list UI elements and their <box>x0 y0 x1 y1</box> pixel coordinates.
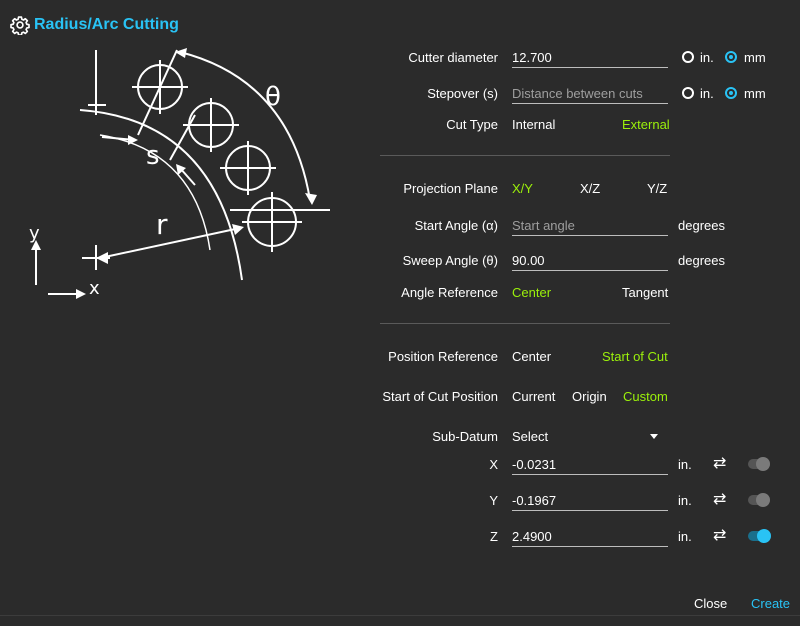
swap-icon[interactable]: ⇄ <box>713 489 726 509</box>
start-of-cut-custom[interactable]: Custom <box>623 389 668 404</box>
sub-datum-label: Sub-Datum <box>432 429 498 444</box>
projection-xy[interactable]: X/Y <box>512 181 533 196</box>
y-coord-toggle[interactable] <box>746 492 772 508</box>
cutter-diameter-mm-label: mm <box>744 50 766 65</box>
cut-type-internal[interactable]: Internal <box>512 117 555 132</box>
position-reference-start-of-cut[interactable]: Start of Cut <box>602 349 668 364</box>
y-coord-unit: in. <box>678 493 692 508</box>
stepover-in-radio[interactable] <box>682 87 694 99</box>
s-label: s <box>146 141 160 171</box>
cutter-diameter-label: Cutter diameter <box>408 50 498 65</box>
y-coord-input[interactable]: -0.1967 <box>512 492 668 511</box>
projection-xz[interactable]: X/Z <box>580 181 600 196</box>
z-coord-unit: in. <box>678 529 692 544</box>
x-coord-input[interactable]: -0.0231 <box>512 456 668 475</box>
stepover-in-label: in. <box>700 86 714 101</box>
cutter-diameter-in-radio[interactable] <box>682 51 694 63</box>
y-axis-label: y <box>29 223 40 244</box>
start-angle-label: Start Angle (α) <box>414 218 498 233</box>
radius-arc-diagram: θ s r y x <box>29 48 330 299</box>
r-label: r <box>156 208 168 241</box>
z-coord-input[interactable]: 2.4900 <box>512 528 668 547</box>
sub-datum-value: Select <box>512 429 549 444</box>
swap-icon[interactable]: ⇄ <box>713 525 726 545</box>
divider <box>380 155 670 156</box>
stepover-label: Stepover (s) <box>427 86 498 101</box>
cutter-diameter-in-label: in. <box>700 50 714 65</box>
y-coord-label: Y <box>489 493 498 508</box>
create-button[interactable]: Create <box>751 596 790 611</box>
start-of-cut-origin[interactable]: Origin <box>572 389 607 404</box>
z-coord-toggle[interactable] <box>746 528 772 544</box>
theta-label: θ <box>265 82 281 112</box>
sweep-angle-input[interactable]: 90.00 <box>512 252 668 271</box>
angle-reference-center[interactable]: Center <box>512 285 551 300</box>
x-coord-unit: in. <box>678 457 692 472</box>
sweep-angle-unit: degrees <box>678 253 725 268</box>
x-coord-toggle[interactable] <box>746 456 772 472</box>
swap-icon[interactable]: ⇄ <box>713 453 726 473</box>
start-of-cut-current[interactable]: Current <box>512 389 555 404</box>
x-axis-label: x <box>89 278 100 299</box>
page-title: Radius/Arc Cutting <box>34 16 179 33</box>
stepover-input[interactable]: Distance between cuts <box>512 85 668 104</box>
cutter-diameter-input[interactable]: 12.700 <box>512 49 668 68</box>
gear-icon[interactable] <box>10 15 30 35</box>
start-of-cut-position-label: Start of Cut Position <box>382 389 498 404</box>
stepover-mm-radio[interactable] <box>725 87 737 99</box>
cut-type-label: Cut Type <box>446 117 498 132</box>
start-angle-unit: degrees <box>678 218 725 233</box>
projection-plane-label: Projection Plane <box>403 181 498 196</box>
angle-reference-label: Angle Reference <box>401 285 498 300</box>
cut-type-external[interactable]: External <box>622 117 670 132</box>
stepover-mm-label: mm <box>744 86 766 101</box>
sub-datum-select[interactable]: Select <box>512 427 662 447</box>
caret-down-icon <box>650 434 658 439</box>
position-reference-label: Position Reference <box>388 349 498 364</box>
sweep-angle-label: Sweep Angle (θ) <box>402 253 498 268</box>
projection-yz[interactable]: Y/Z <box>647 181 667 196</box>
angle-reference-tangent[interactable]: Tangent <box>622 285 668 300</box>
cutter-diameter-mm-radio[interactable] <box>725 51 737 63</box>
close-button[interactable]: Close <box>694 596 727 611</box>
x-coord-label: X <box>489 457 498 472</box>
start-angle-input[interactable]: Start angle <box>512 217 668 236</box>
z-coord-label: Z <box>490 529 498 544</box>
position-reference-center[interactable]: Center <box>512 349 551 364</box>
bottom-edge <box>0 615 800 616</box>
divider <box>380 323 670 324</box>
